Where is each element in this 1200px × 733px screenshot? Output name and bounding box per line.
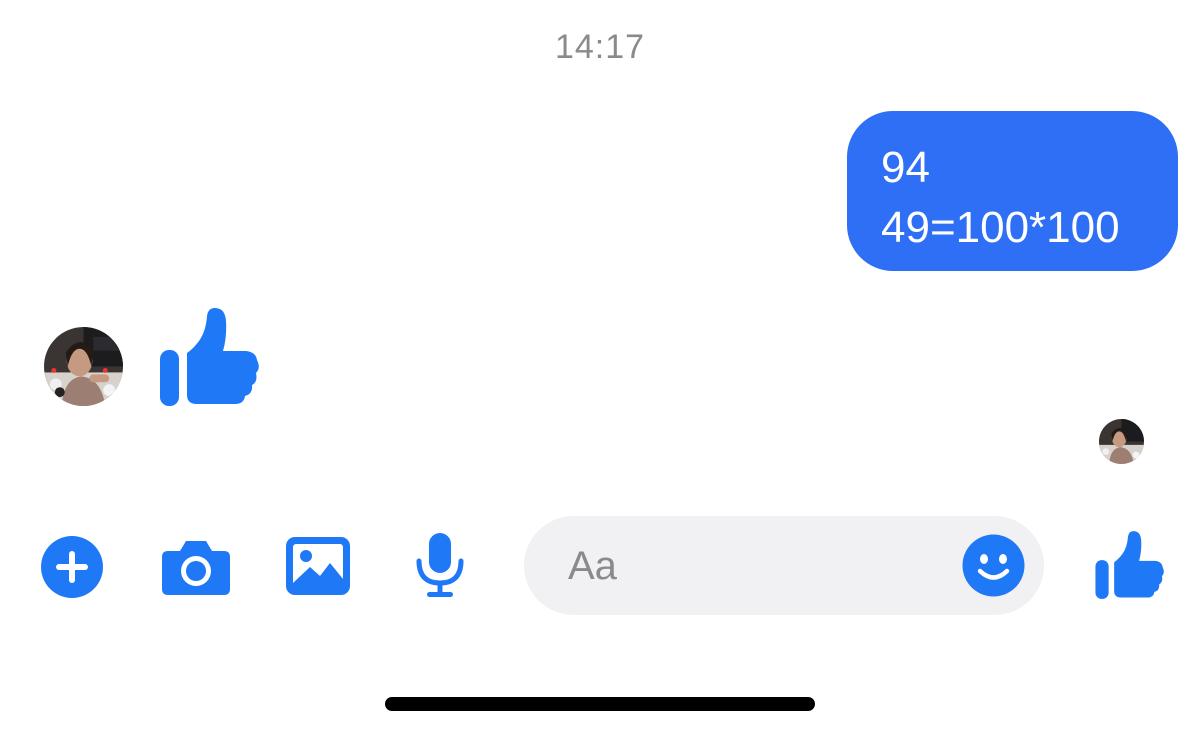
microphone-icon — [416, 533, 464, 597]
emoji-icon — [962, 534, 1025, 597]
plus-icon — [41, 536, 103, 598]
outgoing-message-bubble[interactable]: 94 49=100*100 — [847, 111, 1178, 271]
thumbs-up-icon — [1095, 531, 1164, 599]
message-composer[interactable] — [524, 516, 1044, 615]
message-input[interactable] — [568, 542, 948, 590]
emoji-button[interactable] — [962, 534, 1025, 597]
gallery-icon — [286, 537, 350, 595]
message-timestamp: 14:17 — [554, 28, 646, 66]
send-like-button[interactable] — [1092, 528, 1164, 602]
camera-button[interactable] — [160, 535, 232, 599]
gallery-button[interactable] — [284, 533, 352, 599]
message-line: 94 — [881, 143, 930, 192]
read-receipt-avatar — [1099, 419, 1144, 464]
thumbs-up-icon — [160, 308, 259, 406]
avatar-photo — [1099, 419, 1144, 464]
home-indicator[interactable] — [385, 697, 815, 711]
add-button[interactable] — [40, 535, 104, 599]
microphone-button[interactable] — [412, 531, 468, 601]
camera-icon — [162, 541, 230, 595]
avatar-photo — [44, 327, 123, 406]
contact-avatar[interactable] — [44, 327, 123, 406]
chat-screen: 14:17 94 49=100*100 — [0, 0, 1200, 733]
message-line: 49=100*100 — [881, 203, 1120, 252]
